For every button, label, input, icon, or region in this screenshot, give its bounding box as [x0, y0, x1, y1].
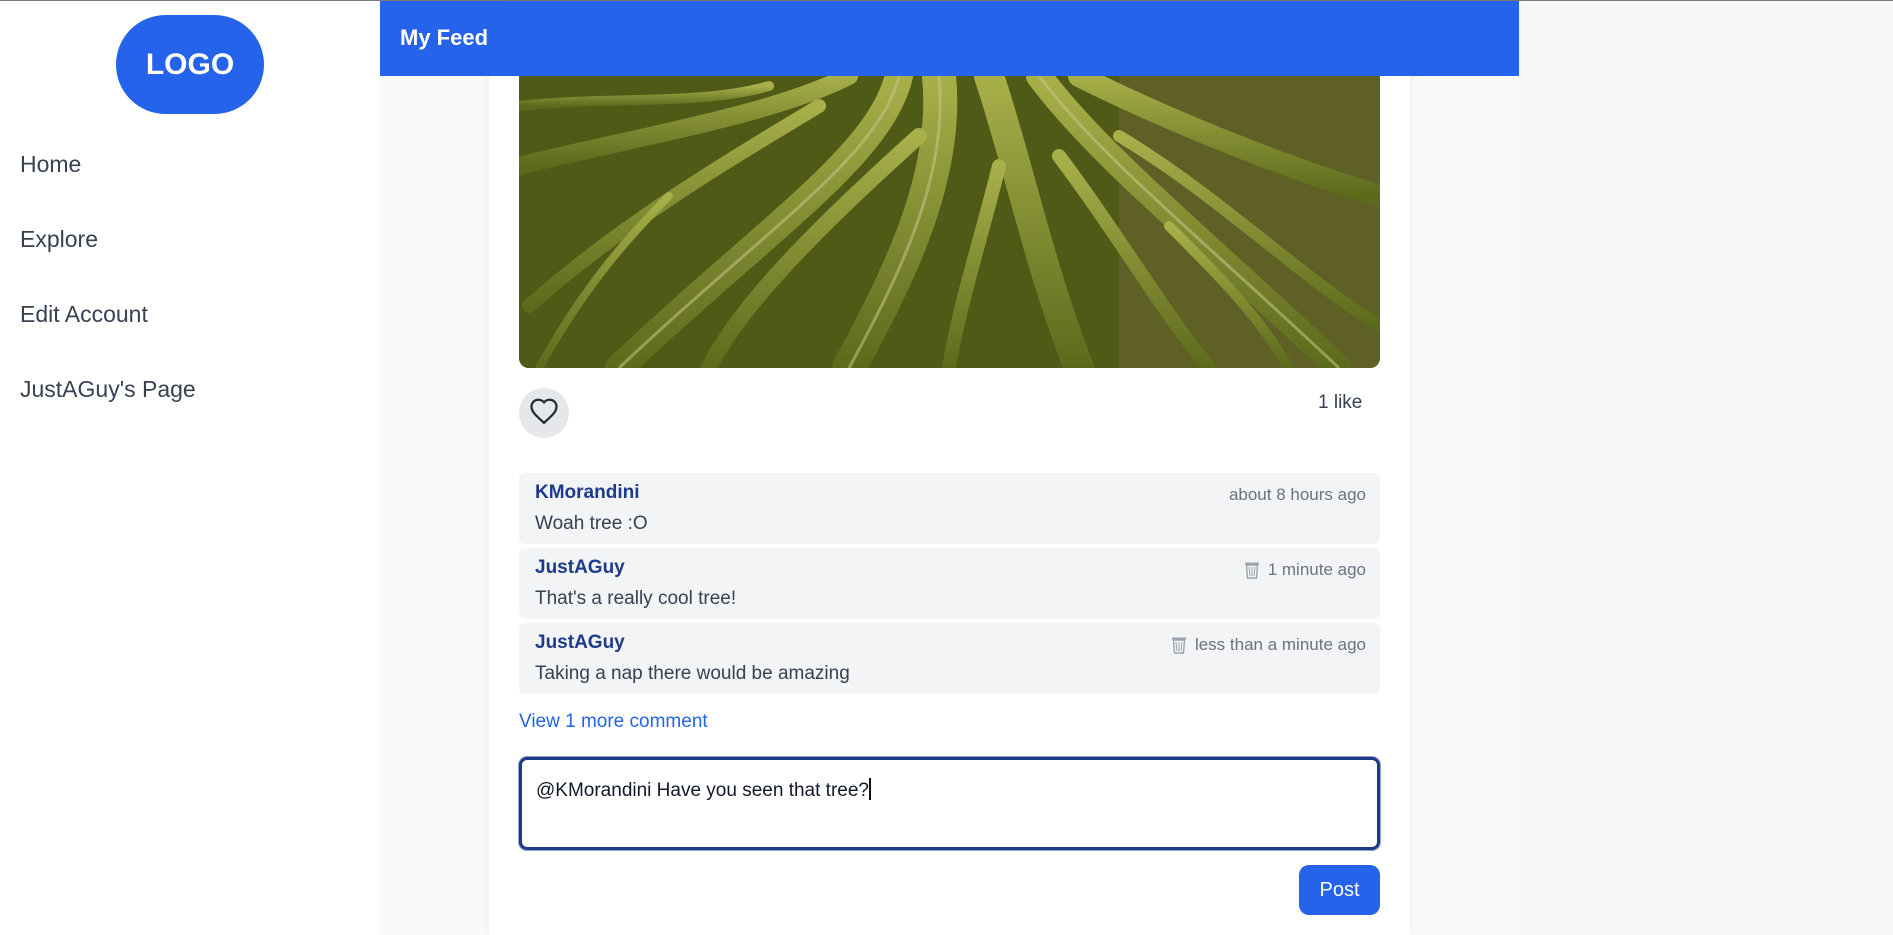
logo[interactable]: LOGO — [116, 15, 264, 114]
text-caret — [868, 778, 871, 800]
right-panel — [1519, 1, 1893, 935]
sidebar-item-explore[interactable]: Explore — [20, 226, 98, 253]
comment-item: JustAGuy Taking a nap there would be ama… — [519, 623, 1380, 694]
comment-meta: less than a minute ago — [1171, 635, 1366, 655]
comment-username[interactable]: JustAGuy — [535, 557, 625, 579]
like-count: 1 like — [1318, 392, 1363, 413]
comment-timestamp: about 8 hours ago — [1228, 485, 1366, 504]
sidebar: LOGO Home Explore Edit Account JustAGuy'… — [0, 1, 380, 935]
comment-text: That's a really cool tree! — [535, 588, 737, 609]
comment-input[interactable]: @KMorandini Have you seen that tree? — [519, 757, 1380, 850]
comment-text: Taking a nap there would be amazing — [535, 663, 850, 684]
comment-timestamp: 1 minute ago — [1267, 560, 1366, 579]
comment-item: JustAGuy That's a really cool tree! 1 mi… — [519, 548, 1380, 619]
post-button[interactable]: Post — [1299, 865, 1380, 915]
trash-icon[interactable] — [1171, 636, 1187, 654]
tree-roots-illustration — [519, 76, 1380, 368]
page-header: My Feed — [380, 1, 1519, 76]
comment-username[interactable]: JustAGuy — [535, 632, 625, 654]
sidebar-item-home[interactable]: Home — [20, 151, 81, 178]
post-image — [519, 76, 1380, 368]
like-button[interactable] — [519, 388, 569, 438]
trash-icon[interactable] — [1244, 561, 1260, 579]
page-title: My Feed — [400, 25, 489, 50]
view-more-comments-link[interactable]: View 1 more comment — [519, 711, 708, 733]
comment-meta: 1 minute ago — [1244, 560, 1366, 580]
comment-username[interactable]: KMorandini — [535, 482, 640, 504]
sidebar-item-user-page[interactable]: JustAGuy's Page — [20, 376, 196, 403]
comment-item: KMorandini Woah tree :O about 8 hours ag… — [519, 473, 1380, 544]
comment-timestamp: less than a minute ago — [1194, 635, 1366, 654]
comment-meta: about 8 hours ago — [1229, 485, 1366, 505]
comment-input-value: @KMorandini Have you seen that tree? — [536, 780, 869, 801]
comment-text: Woah tree :O — [535, 513, 648, 534]
sidebar-item-edit-account[interactable]: Edit Account — [20, 301, 148, 328]
heart-icon — [529, 397, 559, 430]
